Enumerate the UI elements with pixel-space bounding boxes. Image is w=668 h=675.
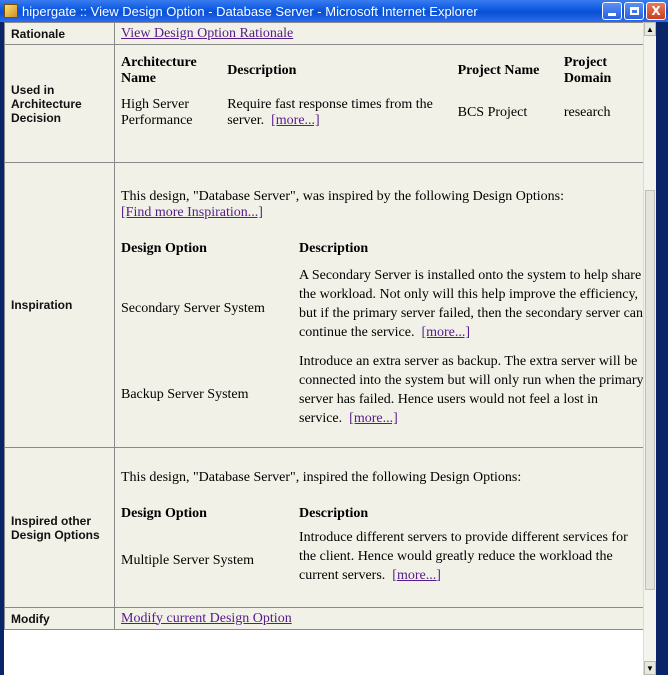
used-in-label: Used in Architecture Decision [4, 44, 115, 163]
used-in-row: Used in Architecture Decision Architectu… [4, 44, 645, 163]
view-rationale-link[interactable]: View Design Option Rationale [121, 26, 293, 41]
table-row: High Server Performance Require fast res… [121, 93, 644, 133]
inspired-other-row: Inspired other Design Options This desig… [4, 447, 645, 608]
inspired-other-intro: This design, "Database Server", inspired… [121, 470, 522, 485]
inspired-other-label: Inspired other Design Options [4, 447, 115, 608]
modify-row: Modify Modify current Design Option [4, 607, 645, 630]
page-content: Rationale View Design Option Rationale U… [4, 22, 656, 675]
inspiration-row: Inspiration This design, "Database Serve… [4, 162, 645, 448]
minimize-icon [608, 13, 616, 16]
col-design-option: Design Option [121, 241, 207, 256]
more-link[interactable]: [more...] [421, 325, 470, 340]
close-icon: X [651, 4, 661, 18]
browser-window: hipergate :: View Design Option - Databa… [0, 0, 668, 675]
design-option-name: Multiple Server System [121, 553, 254, 568]
inspiration-table: Design Option Description Secondary Serv… [121, 237, 645, 433]
more-link[interactable]: [more...] [271, 113, 320, 128]
rationale-label: Rationale [4, 22, 115, 45]
title-bar[interactable]: hipergate :: View Design Option - Databa… [0, 0, 668, 22]
scrollbar-thumb[interactable] [645, 190, 655, 590]
col-project-domain: Project Domain [563, 55, 612, 86]
more-link[interactable]: [more...] [392, 568, 441, 583]
scroll-up-icon[interactable]: ▲ [644, 22, 656, 36]
table-row: Multiple Server System Introduce differe… [121, 526, 645, 586]
minimize-button[interactable] [602, 2, 622, 20]
design-option-name: Backup Server System [121, 387, 249, 402]
inspiration-label: Inspiration [4, 162, 115, 448]
design-option-description: Introduce different servers to provide d… [299, 529, 628, 583]
inspired-other-table: Design Option Description Multiple Serve… [121, 502, 645, 586]
col-architecture-name: Architecture Name [121, 55, 197, 86]
maximize-icon [629, 7, 639, 15]
close-button[interactable]: X [646, 2, 666, 20]
window-title: hipergate :: View Design Option - Databa… [22, 3, 478, 19]
modify-design-option-link[interactable]: Modify current Design Option [121, 611, 292, 626]
more-link[interactable]: [more...] [349, 411, 398, 426]
project-domain: research [563, 105, 611, 120]
col-description: Description [299, 241, 369, 256]
table-row: Secondary Server System A Secondary Serv… [121, 261, 645, 347]
design-option-description: A Secondary Server is installed onto the… [299, 268, 644, 340]
scroll-down-icon[interactable]: ▼ [644, 661, 656, 675]
vertical-scrollbar[interactable]: ▲ ▼ [643, 22, 656, 675]
table-row: Backup Server System Introduce an extra … [121, 347, 645, 433]
architecture-name: High Server Performance [121, 97, 193, 128]
maximize-button[interactable] [624, 2, 644, 20]
inspiration-intro: This design, "Database Server", was insp… [121, 189, 565, 204]
modify-label: Modify [4, 607, 115, 630]
find-more-inspiration-link[interactable]: [Find more Inspiration...] [121, 205, 263, 220]
architecture-description: Require fast response times from the ser… [227, 97, 433, 128]
col-description: Description [299, 506, 369, 521]
col-description: Description [227, 63, 297, 78]
col-project-name: Project Name [457, 63, 540, 78]
col-design-option: Design Option [121, 506, 207, 521]
project-name: BCS Project [457, 105, 528, 120]
design-option-name: Secondary Server System [121, 301, 265, 316]
ie-app-icon [4, 4, 18, 18]
rationale-row: Rationale View Design Option Rationale [4, 22, 645, 45]
design-option-description: Introduce an extra server as backup. The… [299, 354, 644, 426]
design-option-table: Rationale View Design Option Rationale U… [4, 22, 645, 630]
architecture-table: Architecture Name Description Project Na… [121, 49, 644, 133]
